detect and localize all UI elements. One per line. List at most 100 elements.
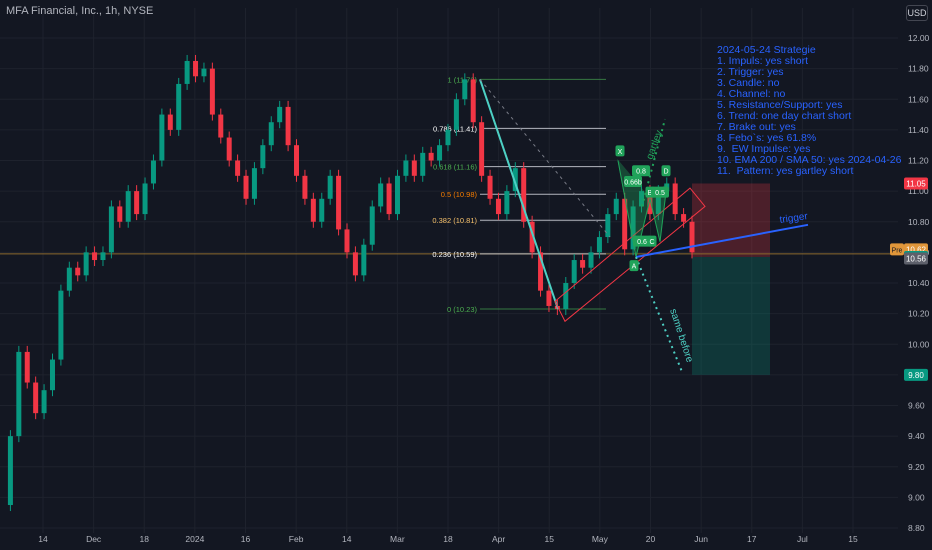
candle-body — [681, 214, 687, 222]
candle-body — [563, 283, 569, 310]
symbol-title[interactable]: MFA Financial, Inc., 1h, NYSE — [6, 5, 153, 17]
y-tick-label: 10.20 — [908, 309, 930, 319]
candle-body — [394, 175, 400, 215]
x-tick-label: 17 — [747, 534, 757, 544]
candle-body — [437, 145, 443, 161]
x-tick-label: 18 — [140, 534, 150, 544]
candle-body — [16, 351, 22, 437]
fib-label: 0 (10.23) — [447, 305, 478, 314]
pattern-label: 0.5 — [655, 190, 665, 197]
pattern-label: D — [663, 169, 668, 176]
y-tick-label: 11.80 — [908, 64, 929, 74]
strategy-line: 11. Pattern: yes gartley short — [717, 165, 854, 177]
y-tick-label: 11.20 — [908, 156, 929, 166]
candle-body — [504, 191, 510, 215]
candle-body — [428, 152, 434, 161]
annotation-text: trigger — [779, 211, 809, 226]
y-tick-label: 8.80 — [908, 523, 925, 533]
x-tick-label: Jul — [797, 534, 808, 544]
candle-body — [361, 244, 367, 276]
x-tick-label: Dec — [86, 534, 102, 544]
strategy-note: 2024-05-24 Strategie 1. Impuls: yes short… — [717, 45, 901, 177]
candle-body — [462, 79, 468, 100]
candle-body — [24, 351, 30, 383]
x-tick-label: 15 — [848, 534, 858, 544]
y-tick-label: 9.60 — [908, 401, 925, 411]
y-tick-label: 9.40 — [908, 431, 925, 441]
pattern-label: 0.6 — [637, 239, 647, 246]
candle-body — [310, 198, 316, 222]
candle-body — [453, 99, 459, 130]
price-tag-label: 9.80 — [908, 371, 924, 380]
candle-body — [201, 68, 207, 77]
candle-body — [134, 191, 140, 215]
candle-body — [117, 206, 123, 222]
candle-body — [193, 60, 199, 77]
pattern-label: A — [632, 264, 637, 271]
candle-body — [243, 175, 249, 199]
x-tick-label: May — [592, 534, 609, 544]
x-tick-label: 20 — [646, 534, 656, 544]
candle-body — [588, 252, 594, 268]
candle-body — [83, 252, 89, 276]
candle-body — [285, 106, 291, 146]
x-tick-label: 16 — [241, 534, 251, 544]
y-tick-label: 12.00 — [908, 33, 930, 43]
candle-body — [184, 60, 190, 84]
candle-body — [344, 229, 350, 253]
candle-body — [125, 191, 131, 222]
y-tick-label: 11.60 — [908, 94, 929, 104]
candle-body — [218, 114, 224, 138]
candle-body — [33, 382, 39, 414]
candle-body — [445, 129, 451, 146]
candle-body — [260, 145, 266, 169]
candle-body — [495, 198, 501, 215]
price-tag-label: 10.56 — [906, 255, 927, 264]
candle-body — [596, 237, 602, 253]
candle-body — [352, 252, 358, 276]
candle-body — [150, 160, 156, 184]
candle-body — [226, 137, 232, 161]
annotation-text: gartley — [644, 129, 665, 161]
reward-zone — [692, 256, 770, 375]
price-tag-label: 11.05 — [906, 179, 926, 188]
time-axis[interactable]: 14 Dec 18 2024 16 Feb 14 Mar 18 Apr 15 May 20 Jun 17 Ju… — [38, 534, 858, 544]
candle-body — [411, 160, 417, 176]
candle-body — [420, 152, 426, 176]
candle-body — [209, 68, 215, 115]
fib-label: 0.5 (10.98) — [441, 190, 478, 199]
candle-body — [268, 122, 274, 146]
price-axis[interactable]: 12.0011.8011.6011.4011.2011.0010.8010.60… — [908, 33, 930, 533]
y-tick-label: 9.00 — [908, 492, 925, 502]
annotation-text: same before — [667, 308, 695, 365]
candle-body — [167, 114, 173, 130]
candle-body — [319, 198, 325, 222]
candle-body — [403, 160, 409, 176]
candle-body — [378, 183, 384, 207]
x-tick-label: Feb — [289, 534, 304, 544]
candle-body — [571, 260, 577, 283]
pattern-label: 0.66b — [624, 179, 642, 186]
pattern-label: 0.8 — [636, 169, 646, 176]
currency-button[interactable]: USD — [906, 5, 928, 21]
pre-tag-label: Pre — [892, 247, 903, 254]
candle-body — [479, 122, 485, 176]
risk-zone — [692, 183, 770, 257]
x-tick-label: 2024 — [185, 534, 204, 544]
y-tick-label: 11.40 — [908, 125, 929, 135]
x-tick-label: 14 — [38, 534, 48, 544]
candle-body — [613, 198, 619, 215]
y-tick-label: 10.00 — [908, 339, 930, 349]
candle-body — [41, 390, 47, 414]
candle-body — [546, 290, 552, 306]
x-tick-label: Apr — [492, 534, 505, 544]
fib-label: 0.382 (10.81) — [432, 216, 477, 225]
candle-body — [605, 214, 611, 238]
x-tick-label: 18 — [443, 534, 453, 544]
candle-body — [176, 83, 182, 130]
x-tick-label: 15 — [545, 534, 555, 544]
candle-body — [58, 290, 64, 360]
x-tick-label: 14 — [342, 534, 352, 544]
candle-body — [336, 175, 342, 230]
candle-body — [49, 359, 55, 391]
